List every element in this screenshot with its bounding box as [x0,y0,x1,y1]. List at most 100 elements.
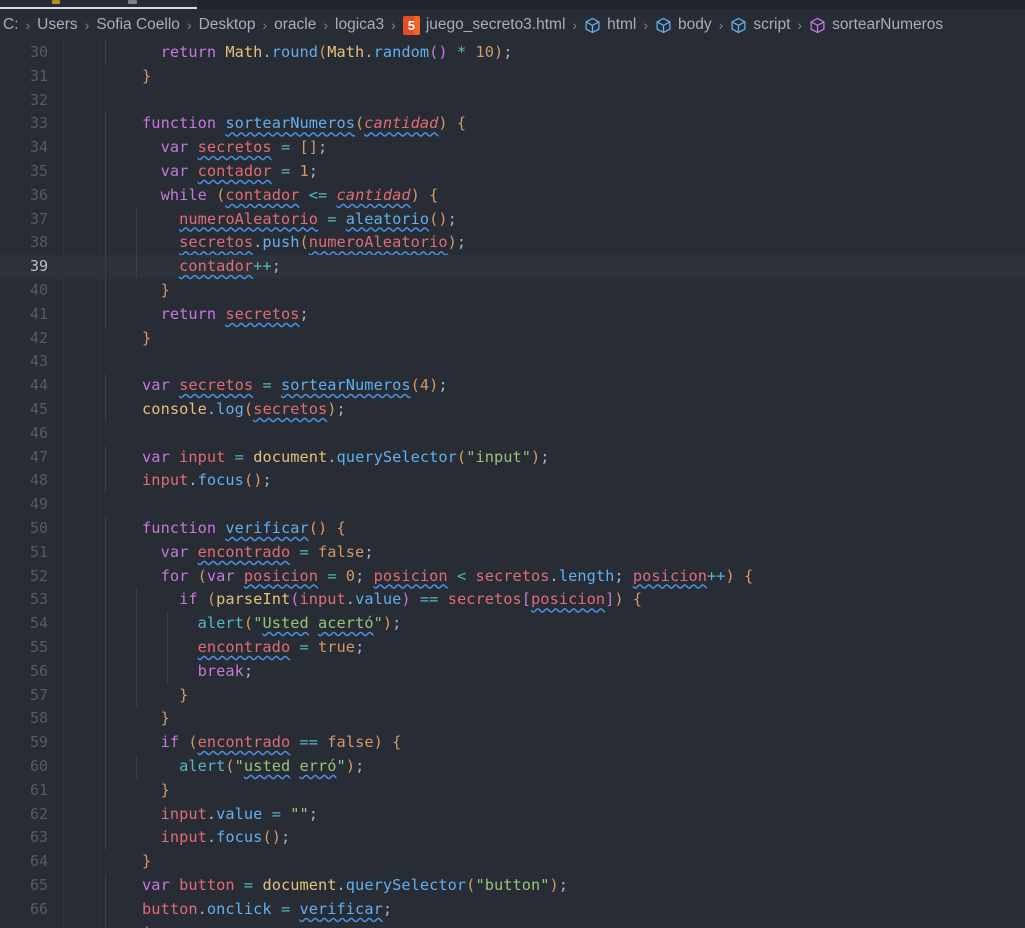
code-line[interactable]: 37 numeroAleatorio = aleatorio(); [0,207,1025,232]
breadcrumb-separator-icon: › [391,17,396,33]
code-line-text: contador++; [179,257,281,276]
breadcrumb-label-logica3: logica3 [335,16,385,34]
breadcrumb-label-sortearnumeros: sortearNumeros [832,16,944,34]
code-line[interactable]: 58 } [0,707,1025,732]
line-number: 35 [29,162,48,180]
code-line[interactable]: 53 if (parseInt(input.value) == secretos… [0,588,1025,613]
breadcrumb-label-script: script [753,16,791,34]
breadcrumb-item-sofia-coello[interactable]: Sofia Coello [95,17,181,33]
code-line-active[interactable]: 39 contador++; [0,255,1025,279]
line-number: 61 [29,780,48,799]
breadcrumb-label-desktop: Desktop [198,16,256,34]
breadcrumb-separator-icon: › [186,17,192,33]
breadcrumb-label-file: juego_secreto3.html [425,16,566,34]
code-line[interactable]: 50 function verificar() { [0,517,1025,541]
code-line[interactable]: 35 var contador = 1; [0,160,1025,184]
code-line[interactable]: 60 alert("usted erró"); [0,755,1025,779]
breadcrumb-label-body: body [678,16,712,34]
cube-icon [809,17,826,34]
code-line-text: break; [197,661,254,680]
code-line[interactable]: 59 if (encontrado == false) { [0,731,1025,755]
line-number: 40 [29,281,48,299]
breadcrumb-label-drive: C: [3,16,19,34]
line-number: 43 [29,352,48,371]
code-line-text: if (parseInt(input.value) == secretos[po… [179,590,643,609]
code-line-text: } [142,852,152,871]
code-line-text: alert("Usted acertó"); [197,614,402,633]
code-line[interactable]: 52 for (var posicion = 0; posicion < sec… [0,564,1025,589]
code-line[interactable]: 32 [0,89,1025,113]
breadcrumb-separator-icon: › [262,17,268,33]
code-line-text: if (encontrado == false) { [160,733,402,752]
line-number: 42 [29,328,48,347]
breadcrumb-separator-icon: › [323,17,329,33]
code-line[interactable]: 54 alert("Usted acertó"); [0,612,1025,636]
code-line[interactable]: 38 secretos.push(numeroAleatorio); [0,231,1025,256]
code-line[interactable]: 61 } [0,778,1025,803]
breadcrumb-item-oracle[interactable]: oracle [273,17,317,33]
code-line[interactable]: 36 while (contador <= cantidad) { [0,183,1025,208]
breadcrumb-item-script[interactable]: script [729,17,791,34]
code-line[interactable]: 34 var secretos = []; [0,136,1025,160]
code-line[interactable]: 33 function sortearNumeros(cantidad) { [0,112,1025,137]
code-line[interactable]: 41 return secretos; [0,302,1025,327]
breadcrumb-item-drive[interactable]: C: [2,17,20,33]
code-line[interactable]: 66 button.onclick = verificar; [0,897,1025,922]
breadcrumb-item-sortearnumeros[interactable]: sortearNumeros [808,17,944,34]
tab-icon-fragment-2 [128,0,137,4]
breadcrumb-item-logica3[interactable]: logica3 [334,17,385,33]
breadcrumb-item-body[interactable]: body [654,17,713,34]
line-number: 38 [29,233,48,252]
line-number: 59 [29,733,48,752]
breadcrumb-item-desktop[interactable]: Desktop [198,17,257,33]
code-line-text: var secretos = sortearNumeros(4); [142,376,448,395]
code-line[interactable]: 44 var secretos = sortearNumeros(4); [0,374,1025,398]
code-line-text: var button = document.querySelector("but… [142,876,569,894]
code-line-text: input.value = ""; [160,804,319,823]
code-line[interactable]: 45 console.log(secretos); [0,398,1025,422]
breadcrumb-separator-icon: › [84,17,90,33]
code-line[interactable]: 65 var button = document.querySelector("… [0,874,1025,898]
code-line[interactable]: 42 } [0,327,1025,351]
code-line-text: button.onclick = verificar; [142,899,393,918]
code-line[interactable]: 49 [0,493,1025,517]
code-line[interactable]: 64 } [0,850,1025,874]
code-line[interactable]: 43 [0,350,1025,374]
code-line-text: } [142,66,152,85]
line-number: 52 [29,566,48,585]
code-line[interactable]: 56 break; [0,659,1025,684]
breadcrumb-item-file[interactable]: juego_secreto3.html [402,15,567,35]
code-line[interactable]: 30 return Math.round(Math.random() * 10)… [0,41,1025,65]
line-number: 66 [29,899,48,918]
code-line-text: alert("usted erró"); [179,757,365,775]
breadcrumb-separator-icon: › [643,17,649,33]
line-number: 64 [29,852,48,871]
code-line[interactable]: i.n [0,921,1025,928]
code-editor[interactable]: 30 return Math.round(Math.random() * 10)… [0,41,1025,928]
breadcrumb: C: › Users › Sofia Coello › Desktop › or… [0,9,1025,41]
code-line[interactable]: 57 } [0,683,1025,708]
code-line-text: } [160,780,170,799]
line-number: 60 [29,757,48,775]
code-line[interactable]: 46 [0,422,1025,446]
code-line[interactable]: 62 input.value = ""; [0,802,1025,827]
code-line-text: return Math.round(Math.random() * 10); [160,43,513,61]
breadcrumb-label-oracle: oracle [274,16,317,34]
html5-icon [402,15,420,35]
code-line[interactable]: 55 encontrado = true; [0,636,1025,660]
editor-tab-bar [0,0,1025,9]
line-number: 45 [29,400,48,418]
line-number: 62 [29,804,48,823]
code-line-text: var secretos = []; [160,138,328,157]
code-line[interactable]: 48 input.focus(); [0,469,1025,494]
code-line[interactable]: 31 } [0,65,1025,89]
tab-juego-secreto3-html[interactable] [0,0,197,9]
breadcrumb-item-users[interactable]: Users [36,17,78,33]
line-number: 39 [29,257,48,276]
code-line[interactable]: 47 var input = document.querySelector("i… [0,445,1025,470]
code-line[interactable]: 63 input.focus(); [0,826,1025,851]
breadcrumb-item-html[interactable]: html [583,17,637,34]
code-line-text: secretos.push(numeroAleatorio); [179,233,467,252]
code-line[interactable]: 51 var encontrado = false; [0,540,1025,565]
code-line[interactable]: 40 } [0,279,1025,303]
